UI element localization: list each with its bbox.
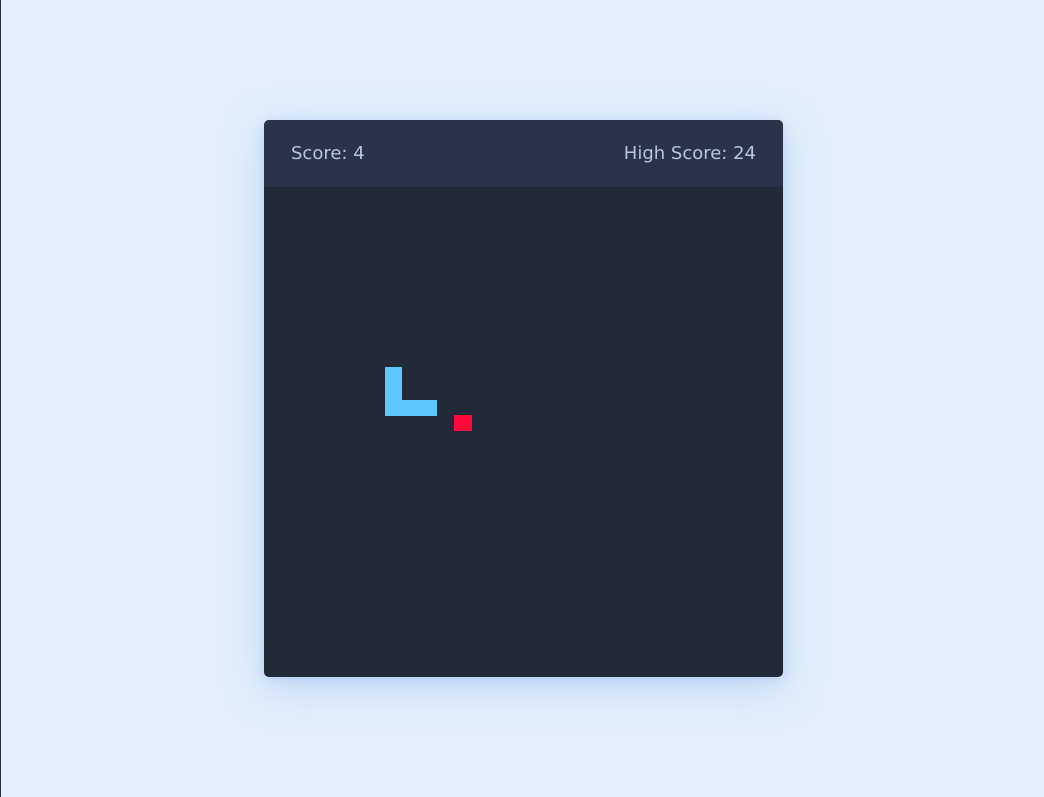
snake-segment (385, 383, 402, 400)
page-left-edge (0, 0, 1, 797)
snake-game-window: Score: 4 High Score: 24 (264, 120, 783, 677)
snake-segment (420, 400, 437, 416)
high-score-label: High Score: 24 (623, 143, 756, 164)
snake-segment (385, 400, 402, 416)
food-pellet (454, 415, 472, 431)
score-bar: Score: 4 High Score: 24 (264, 120, 783, 187)
snake-head (385, 367, 402, 383)
snake-segment (402, 400, 420, 416)
game-board[interactable] (264, 187, 783, 677)
score-label: Score: 4 (291, 143, 365, 164)
